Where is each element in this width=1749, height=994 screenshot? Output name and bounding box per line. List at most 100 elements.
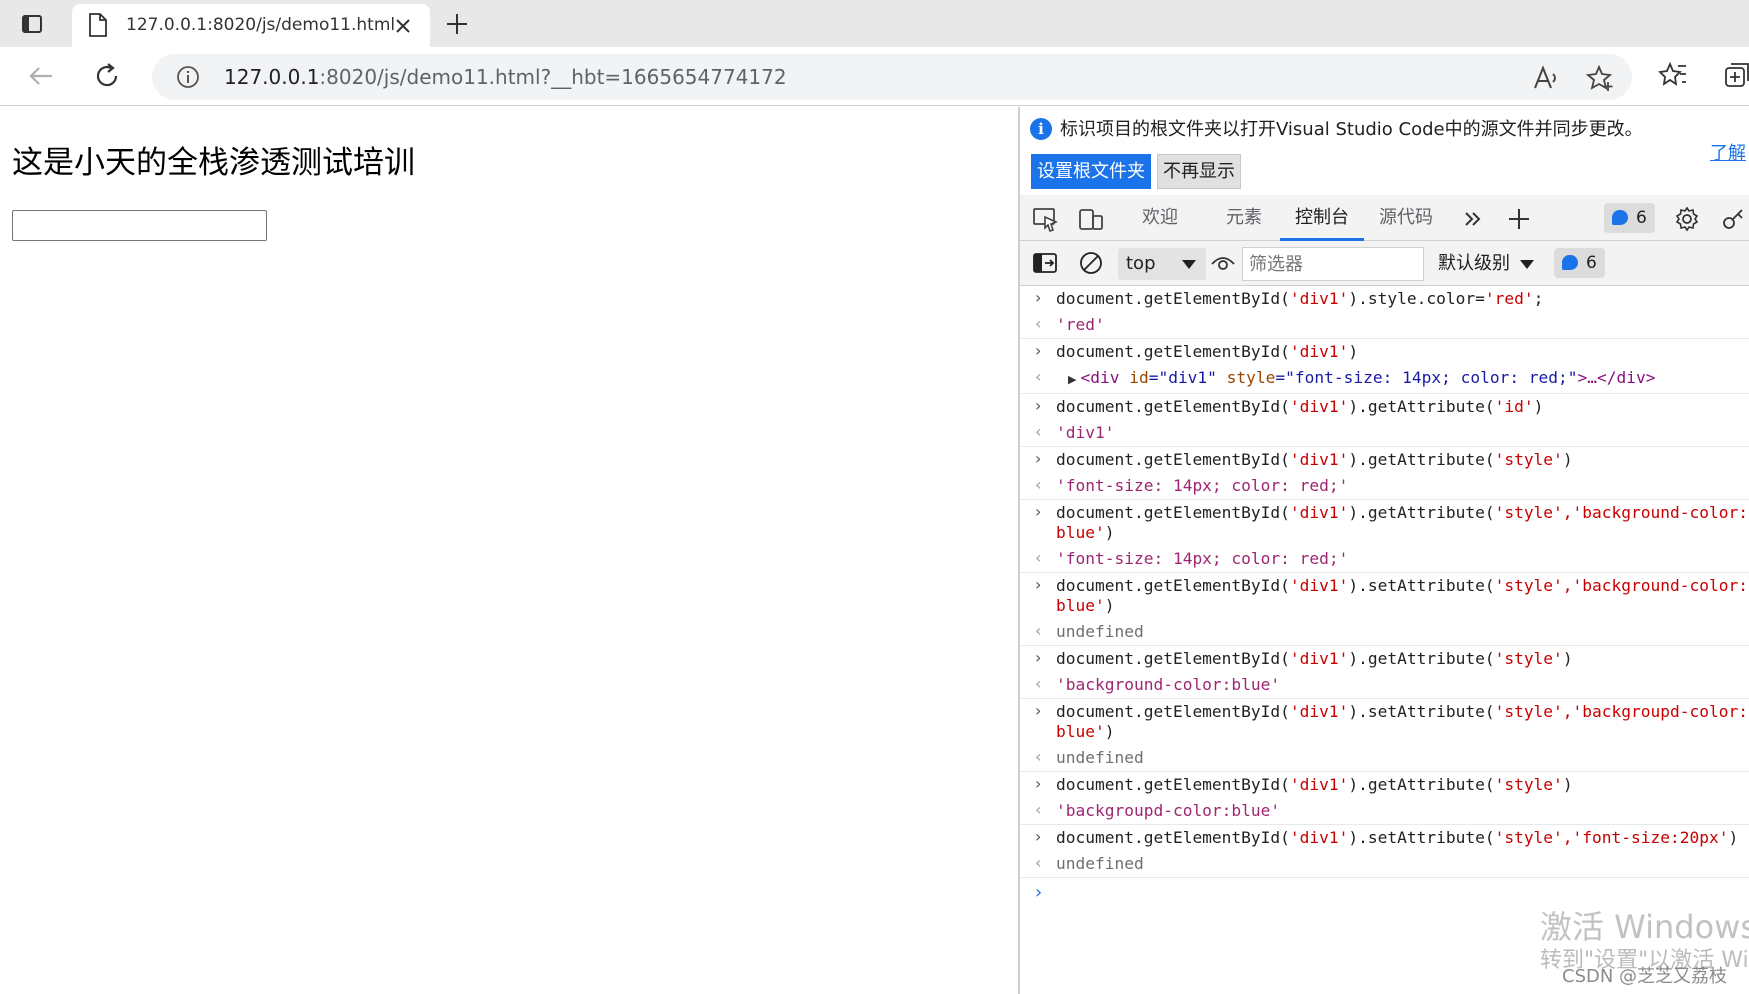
messages-badge[interactable]: 6 <box>1554 248 1605 278</box>
console-result-line[interactable]: ‹ undefined <box>1020 851 1749 877</box>
console-entry: › document.getElementById('div1').getAttr… <box>1020 394 1749 447</box>
inspect-element-icon[interactable] <box>1032 206 1059 233</box>
page-text-input[interactable] <box>12 210 267 241</box>
learn-more-link[interactable]: 了解 <box>1710 139 1746 165</box>
console-input-line[interactable]: › document.getElementById('div1').setAttr… <box>1020 699 1749 745</box>
address-bar[interactable]: 127.0.0.1:8020/js/demo11.html?__hbt=1665… <box>152 54 1632 100</box>
console-result-line[interactable]: ‹ 'red' <box>1020 312 1749 338</box>
command-text: document.getElementById( <box>1056 397 1290 416</box>
chevron-left-icon: ‹ <box>1035 853 1042 872</box>
new-tab-icon[interactable] <box>443 10 471 38</box>
console-input-line[interactable]: › document.getElementById('div1').setAttr… <box>1020 573 1749 619</box>
devtools-tabbar: 欢迎 元素 控制台 源代码 6 <box>1020 195 1749 241</box>
page-viewport: 这是小天的全栈渗透测试培训 <box>0 107 1018 994</box>
command-text: ) <box>1728 828 1739 847</box>
console-input-line[interactable]: › document.getElementById('div1').getAttr… <box>1020 394 1749 420</box>
live-expression-eye-icon[interactable] <box>1210 250 1236 276</box>
more-tabs-icon[interactable] <box>1460 206 1486 232</box>
console-output: › document.getElementById('div1').style.c… <box>1020 286 1749 994</box>
chevron-left-icon: ‹ <box>1035 747 1042 766</box>
command-string: 'div1' <box>1289 450 1349 469</box>
command-string: 'div1' <box>1289 342 1349 361</box>
tab-strip: 127.0.0.1:8020/js/demo11.html?_ <box>0 0 1749 47</box>
tab-welcome[interactable]: 欢迎 <box>1130 195 1190 241</box>
console-input-line[interactable]: › document.getElementById('div1').getAttr… <box>1020 646 1749 672</box>
element-tag: >…</div> <box>1577 368 1656 387</box>
device-emulation-icon[interactable] <box>1078 206 1104 232</box>
console-result-line[interactable]: ‹ 'background-color:blue' <box>1020 672 1749 698</box>
command-string: 'div1' <box>1289 289 1349 308</box>
log-levels-dropdown[interactable]: 默认级别 <box>1438 247 1536 281</box>
element-attr-name: id <box>1119 368 1149 387</box>
console-entry: › document.getElementById('div1').setAttr… <box>1020 825 1749 878</box>
result-value: undefined <box>1056 622 1144 641</box>
command-text: ).getAttribute( <box>1348 775 1495 794</box>
element-attr-value: ="div1" <box>1148 368 1217 387</box>
tab-sources[interactable]: 源代码 <box>1372 195 1440 241</box>
url-host: 127.0.0.1 <box>224 65 320 89</box>
command-string: 'div1' <box>1289 702 1349 721</box>
command-string: 'red' <box>1484 289 1534 308</box>
console-entry: › document.getElementById('div1').getAttr… <box>1020 500 1749 573</box>
refresh-icon[interactable] <box>92 61 122 91</box>
command-text: ) <box>1104 722 1115 741</box>
dropdown-caret-icon <box>1182 260 1196 269</box>
console-input-line[interactable]: › document.getElementById('div1').getAttr… <box>1020 447 1749 473</box>
message-bubble-icon <box>1612 210 1628 225</box>
console-result-line[interactable]: ‹ 'backgroupd-color:blue' <box>1020 798 1749 824</box>
result-value: 'background-color:blue' <box>1056 675 1281 694</box>
console-entry: › document.getElementById('div1').getAttr… <box>1020 772 1749 825</box>
tab-elements[interactable]: 元素 <box>1214 195 1274 241</box>
browser-tab[interactable]: 127.0.0.1:8020/js/demo11.html?_ <box>72 4 430 47</box>
console-input-line[interactable]: › document.getElementById('div1').style.c… <box>1020 286 1749 312</box>
url-text[interactable]: 127.0.0.1:8020/js/demo11.html?__hbt=1665… <box>224 54 787 100</box>
favorites-icon[interactable] <box>1658 60 1688 90</box>
console-sidebar-icon[interactable] <box>1032 250 1058 276</box>
console-result-line[interactable]: ‹ 'font-size: 14px; color: red;' <box>1020 473 1749 499</box>
back-arrow-icon[interactable] <box>26 61 56 91</box>
add-tab-plus-icon[interactable] <box>1506 206 1532 232</box>
expand-triangle-icon[interactable]: ▶ <box>1068 373 1076 386</box>
command-string: 'style','font-size:20px' <box>1494 828 1729 847</box>
chevron-right-icon: › <box>1035 502 1042 521</box>
set-root-folder-button[interactable]: 设置根文件夹 <box>1031 154 1151 189</box>
console-result-line[interactable]: ‹ 'font-size: 14px; color: red;' <box>1020 546 1749 572</box>
console-result-line[interactable]: ‹ undefined <box>1020 745 1749 771</box>
element-tag: <div <box>1080 368 1120 387</box>
console-input-line[interactable]: › document.getElementById('div1').getAttr… <box>1020 500 1749 546</box>
result-value: 'font-size: 14px; color: red;' <box>1056 476 1349 495</box>
console-result-line[interactable]: ‹ undefined <box>1020 619 1749 645</box>
console-input-line[interactable]: › document.getElementById('div1') <box>1020 339 1749 365</box>
console-result-line[interactable]: ‹ 'div1' <box>1020 420 1749 446</box>
read-aloud-icon[interactable] <box>1532 64 1560 92</box>
chevron-right-icon: › <box>1035 449 1042 468</box>
command-text: document.getElementById( <box>1056 775 1290 794</box>
clear-console-icon[interactable] <box>1078 250 1104 276</box>
command-text: document.getElementById( <box>1056 576 1290 595</box>
messages-count: 6 <box>1586 253 1597 273</box>
browser-toolbar: 127.0.0.1:8020/js/demo11.html?__hbt=1665… <box>0 47 1749 106</box>
customize-icon[interactable] <box>1720 206 1746 232</box>
tab-actions-icon[interactable] <box>18 10 46 38</box>
console-filterbar: top 默认级别 6 <box>1020 241 1749 286</box>
dont-show-again-button[interactable]: 不再显示 <box>1157 154 1241 189</box>
close-tab-icon[interactable] <box>392 15 414 37</box>
console-filter-input[interactable] <box>1242 247 1424 281</box>
site-info-icon[interactable] <box>176 65 200 93</box>
infobar-message: 标识项目的根文件夹以打开Visual Studio Code中的源文件并同步更改… <box>1060 119 1643 140</box>
console-result-line[interactable]: ‹ ▶ <div id="div1" style="font-size: 14px;… <box>1020 365 1749 393</box>
result-value: 'font-size: 14px; color: red;' <box>1056 549 1349 568</box>
console-input-line[interactable]: › document.getElementById('div1').setAttr… <box>1020 825 1749 851</box>
csdn-credit: CSDN @芝芝又荔枝 <box>1562 966 1728 987</box>
issues-badge[interactable]: 6 <box>1604 203 1655 233</box>
tab-console[interactable]: 控制台 <box>1280 195 1364 241</box>
add-favorite-icon[interactable] <box>1585 64 1614 92</box>
log-levels-label: 默认级别 <box>1438 253 1510 274</box>
command-text: document.getElementById( <box>1056 342 1290 361</box>
settings-gear-icon[interactable] <box>1674 206 1700 232</box>
console-input-line[interactable]: › document.getElementById('div1').getAttr… <box>1020 772 1749 798</box>
command-text: ).getAttribute( <box>1348 503 1495 522</box>
context-selector[interactable]: top <box>1118 248 1206 280</box>
collections-icon[interactable] <box>1722 60 1749 90</box>
chevron-right-icon: › <box>1035 827 1042 846</box>
